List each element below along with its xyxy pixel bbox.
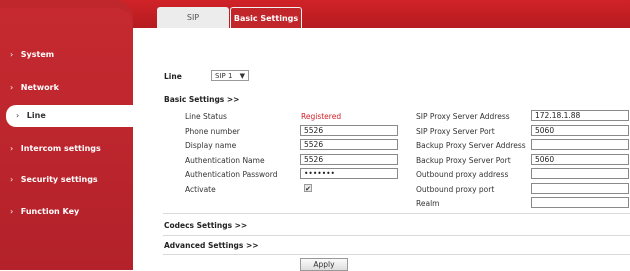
sidebar-item-security-settings[interactable]: › Security settings [0,169,133,191]
sidebar-item-line[interactable]: › Line [6,105,133,127]
tab-sip[interactable]: SIP [157,7,229,28]
chevron-right-icon: › [10,207,14,216]
divider [163,213,630,214]
sidebar-item-label: Intercom settings [20,144,101,153]
sidebar-panel: › System › Network › Line › Intercom set… [0,8,133,270]
backup-proxy-server-port-input[interactable] [531,154,629,165]
chevron-right-icon: › [16,111,20,120]
sip-proxy-server-address-label: SIP Proxy Server Address [416,112,510,121]
chevron-right-icon: › [10,83,14,92]
authentication-name-label: Authentication Name [185,156,265,165]
sidebar-item-function-key[interactable]: › Function Key [0,201,133,223]
checkmark-icon: ✔ [305,185,311,193]
codecs-settings-header[interactable]: Codecs Settings >> [164,221,247,230]
line-status-value: Registered [301,112,342,121]
chevron-right-icon: › [10,175,14,184]
realm-label: Realm [416,199,440,208]
sidebar-item-network[interactable]: › Network [0,77,133,99]
sidebar-item-intercom-settings[interactable]: › Intercom settings [0,138,133,160]
apply-button[interactable]: Apply [300,258,348,271]
advanced-settings-header[interactable]: Advanced Settings >> [164,241,259,250]
sidebar-item-label: System [20,50,55,59]
chevron-right-icon: › [10,50,14,59]
divider [163,235,630,236]
sidebar-item-label: Security settings [20,175,98,184]
outbound-proxy-port-label: Outbound proxy port [416,185,495,194]
activate-checkbox[interactable]: ✔ [304,184,312,193]
basic-settings-header[interactable]: Basic Settings >> [164,95,239,104]
sidebar-item-label: Function Key [20,207,80,216]
display-name-label: Display name [185,141,237,150]
line-select-value: SIP 1 [215,72,233,80]
phone-number-label: Phone number [185,127,240,136]
sip-proxy-server-address-input[interactable] [531,110,629,121]
phone-number-input[interactable] [300,125,398,136]
line-status-label: Line Status [185,112,227,121]
sidebar-item-system[interactable]: › System [0,44,133,66]
authentication-name-input[interactable] [300,154,398,165]
outbound-proxy-address-label: Outbound proxy address [416,170,509,179]
divider [163,254,630,255]
main-content: Line SIP 1 ▼ Basic Settings >> Line Stat… [133,28,630,271]
outbound-proxy-port-input[interactable] [531,183,629,194]
backup-proxy-server-address-input[interactable] [531,139,629,150]
sidebar: › System › Network › Line › Intercom set… [0,0,133,270]
sidebar-item-label: Network [20,83,59,92]
activate-label: Activate [185,185,216,194]
line-select[interactable]: SIP 1 ▼ [211,70,249,81]
outbound-proxy-address-input[interactable] [531,168,629,179]
sip-proxy-server-port-label: SIP Proxy Server Port [416,127,495,136]
realm-input[interactable] [531,197,629,208]
sidebar-item-label: Line [26,111,46,120]
line-label: Line [164,72,182,81]
tab-basic-settings[interactable]: Basic Settings [230,7,302,28]
sip-proxy-server-port-input[interactable] [531,125,629,136]
chevron-right-icon: › [10,144,14,153]
display-name-input[interactable] [300,139,398,150]
backup-proxy-server-address-label: Backup Proxy Server Address [416,141,526,150]
backup-proxy-server-port-label: Backup Proxy Server Port [416,156,511,165]
authentication-password-input[interactable] [300,168,398,179]
dropdown-arrow-icon: ▼ [239,72,245,80]
authentication-password-label: Authentication Password [185,170,278,179]
